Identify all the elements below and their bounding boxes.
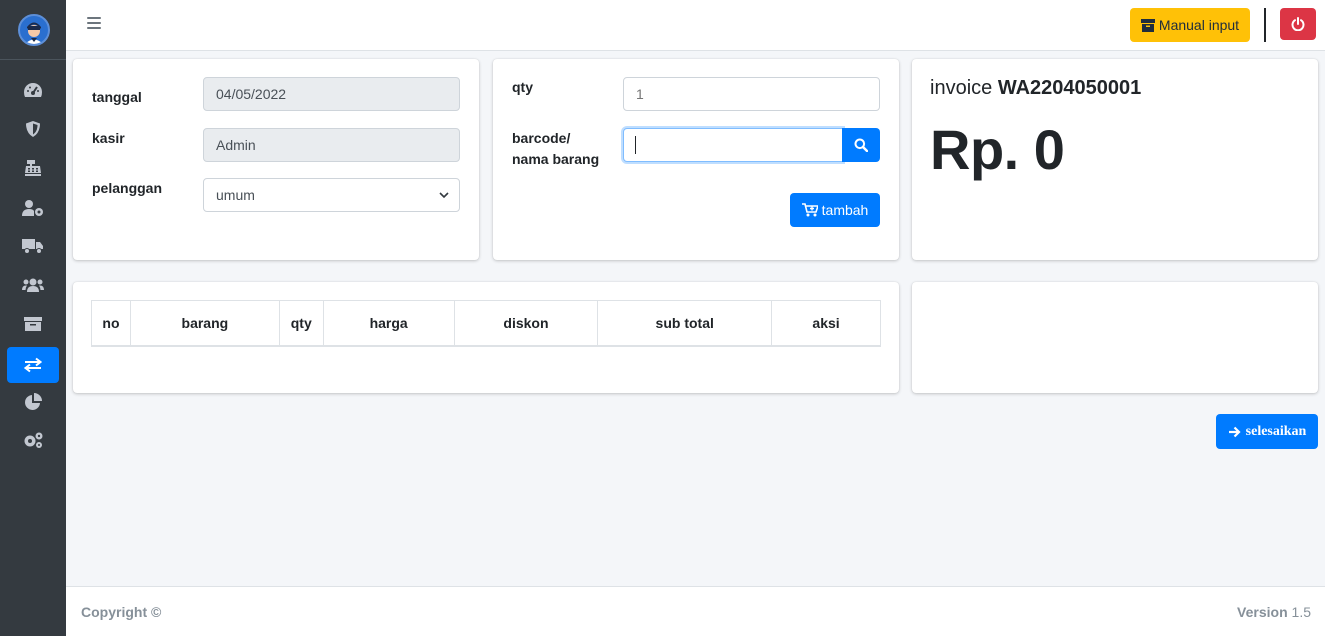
payment-panel-card	[912, 282, 1318, 393]
pelanggan-selected-value: umum	[216, 187, 255, 203]
invoice-card: invoice WA2204050001 Rp. 0	[912, 59, 1318, 260]
barcode-label-line1: barcode/	[512, 130, 571, 146]
selesaikan-label: selesaikan	[1245, 423, 1307, 439]
column-header-qty: qty	[278, 300, 324, 347]
tambah-button[interactable]: tambah	[790, 193, 880, 227]
item-entry-card: qty barcode/ nama barang tambah	[493, 59, 899, 260]
sidebar-item-inventory[interactable]	[7, 306, 59, 342]
cart-table-card: no barang qty harga diskon sub total aks…	[73, 282, 899, 393]
barcode-input[interactable]	[623, 128, 843, 162]
copyright-text: Copyright ©	[81, 604, 162, 620]
version-text: Version 1.5	[1237, 604, 1311, 620]
cart-table: no barang qty harga diskon sub total aks…	[91, 300, 881, 347]
invoice-heading: invoice WA2204050001	[930, 77, 1141, 100]
column-header-aksi: aksi	[771, 300, 881, 347]
column-header-no: no	[91, 300, 131, 347]
selesaikan-button[interactable]: selesaikan	[1216, 414, 1318, 449]
invoice-number: WA2204050001	[997, 77, 1142, 99]
pelanggan-label: pelanggan	[92, 180, 163, 196]
sidebar-item-reports[interactable]	[7, 384, 59, 420]
navbar-separator	[1264, 8, 1266, 42]
power-icon	[1291, 17, 1305, 31]
archive-icon	[24, 317, 42, 331]
chevron-down-icon	[439, 192, 449, 199]
version-label: Version	[1237, 604, 1288, 620]
sidebar-divider	[0, 59, 66, 60]
invoice-prefix: invoice	[930, 77, 993, 99]
tanggal-field: 04/05/2022	[203, 77, 460, 111]
sidebar-item-delivery[interactable]	[7, 228, 59, 264]
user-cog-icon	[22, 200, 43, 216]
kasir-field: Admin	[203, 128, 460, 162]
search-icon	[854, 138, 868, 152]
top-navbar: Manual input	[66, 0, 1325, 51]
pelanggan-select[interactable]: umum	[203, 178, 460, 212]
search-button[interactable]	[842, 128, 880, 162]
text-caret	[635, 136, 636, 154]
tanggal-label: tanggal	[92, 89, 142, 105]
qty-label: qty	[512, 79, 533, 95]
pie-chart-icon	[25, 393, 42, 410]
sidebar-item-transactions[interactable]	[7, 347, 59, 383]
qty-input[interactable]	[623, 77, 880, 111]
cash-register-icon	[25, 160, 41, 176]
page-footer: Copyright © Version 1.5	[66, 586, 1325, 636]
users-icon	[22, 278, 44, 292]
shield-icon	[26, 121, 40, 137]
column-header-diskon: diskon	[453, 300, 599, 347]
transaction-info-card: tanggal 04/05/2022 kasir Admin pelanggan…	[73, 59, 479, 260]
version-number: 1.5	[1291, 604, 1311, 620]
table-header-row: no barang qty harga diskon sub total aks…	[91, 300, 881, 347]
sidebar	[0, 0, 66, 636]
manual-input-label: Manual input	[1158, 17, 1240, 33]
column-header-sub-total: sub total	[597, 300, 773, 347]
exchange-icon	[24, 357, 42, 373]
dashboard-icon	[24, 83, 42, 97]
box-icon	[1140, 18, 1155, 32]
user-avatar[interactable]	[18, 14, 50, 46]
sidebar-item-security[interactable]	[7, 111, 59, 147]
arrow-right-icon	[1228, 426, 1241, 437]
kasir-label: kasir	[92, 130, 125, 146]
cart-plus-icon	[801, 203, 818, 217]
column-header-harga: harga	[322, 300, 455, 347]
barcode-label-line2: nama barang	[512, 151, 600, 167]
tambah-label: tambah	[821, 202, 869, 218]
sidebar-item-settings[interactable]	[7, 422, 59, 458]
column-header-barang: barang	[129, 300, 280, 347]
sidebar-item-cashier[interactable]	[7, 150, 59, 186]
logout-button[interactable]	[1280, 8, 1316, 40]
manual-input-button[interactable]: Manual input	[1130, 8, 1250, 42]
truck-icon	[22, 239, 43, 254]
sidebar-item-dashboard[interactable]	[7, 72, 59, 108]
invoice-total: Rp. 0	[930, 118, 1065, 181]
sidebar-item-customers[interactable]	[7, 267, 59, 303]
hamburger-menu-icon[interactable]	[87, 17, 101, 31]
sidebar-item-user-settings[interactable]	[7, 190, 59, 226]
cogs-icon	[24, 432, 43, 448]
